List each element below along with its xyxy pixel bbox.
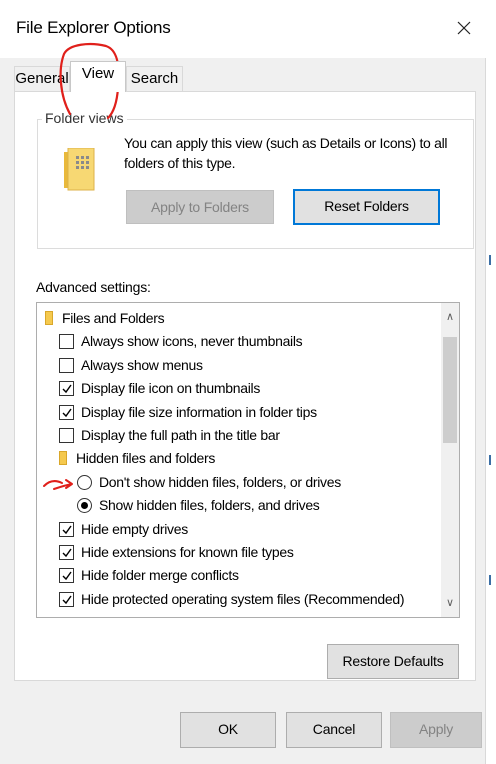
checkbox-checked[interactable] [59,521,74,537]
restore-defaults-button[interactable]: Restore Defaults [327,644,459,679]
checkbox-unchecked[interactable] [59,357,74,373]
background-strip [486,0,496,764]
folder-icon [59,451,67,466]
checkbox-unchecked[interactable] [59,334,74,350]
background-mark [489,255,491,265]
window-title: File Explorer Options [16,18,171,37]
tree-row-label: Always show menus [81,356,203,373]
tree-row-label: Hide extensions for known file types [81,544,294,560]
chevron-down-icon[interactable]: ∨ [441,593,459,613]
checkbox-checked[interactable] [59,568,74,584]
tree-row-label: Display the full path in the title bar [81,427,280,443]
tree-row-label: Display file size information in folder … [81,403,317,420]
reset-folders-button[interactable]: Reset Folders [293,189,440,225]
close-button[interactable] [450,14,478,42]
folder-views-description: You can apply this view (such as Details… [124,135,448,171]
file-explorer-options-window: File Explorer Options General View Searc… [0,0,486,764]
chevron-up-icon[interactable]: ∧ [441,307,459,327]
checkbox-checked[interactable] [59,545,74,560]
tree-row-label: Files and Folders [62,310,165,326]
advanced-settings-label: Advanced settings: [36,279,151,295]
tree-row-label: Hide protected operating system files (R… [81,590,405,607]
apply-button[interactable]: Apply [390,712,482,748]
checkbox-checked[interactable] [59,404,74,420]
background-mark [489,575,491,585]
tab-view[interactable]: View [70,61,126,92]
apply-to-folders-button[interactable]: Apply to Folders [126,190,274,224]
tab-search[interactable]: Search [126,66,183,92]
tree-row-label: Don't show hidden files, folders, or dri… [99,473,341,490]
radio-selected[interactable] [77,498,92,514]
cancel-button[interactable]: Cancel [286,712,382,748]
advanced-settings-tree[interactable]: Files and Folders Always show icons, neve… [36,302,460,618]
title-bar: File Explorer Options [0,0,486,58]
tree-row-label: Hide empty drives [81,520,188,537]
tree-row-label: Show hidden files, folders, and drives [99,497,320,514]
tree-row-label: Always show icons, never thumbnails [81,333,303,350]
tab-general[interactable]: General [14,66,70,92]
tree-row-label: Hide folder merge conflicts [81,567,239,584]
background-mark [489,455,491,465]
close-icon [457,21,471,35]
radio-unselected[interactable] [77,474,92,490]
checkbox-unchecked[interactable] [59,428,74,443]
folder-views-icon [62,147,98,194]
tree-row-label: Hidden files and folders [76,450,216,467]
folder-views-label: Folder views [42,110,127,126]
tree-row-label: Display file icon on thumbnails [81,380,261,397]
tree-scrollbar[interactable]: ∧ ∨ [441,303,459,617]
folder-icon [45,311,53,325]
ok-button[interactable]: OK [180,712,276,748]
checkbox-checked[interactable] [59,591,74,607]
checkbox-checked[interactable] [59,381,74,397]
scroll-thumb[interactable] [443,337,457,443]
